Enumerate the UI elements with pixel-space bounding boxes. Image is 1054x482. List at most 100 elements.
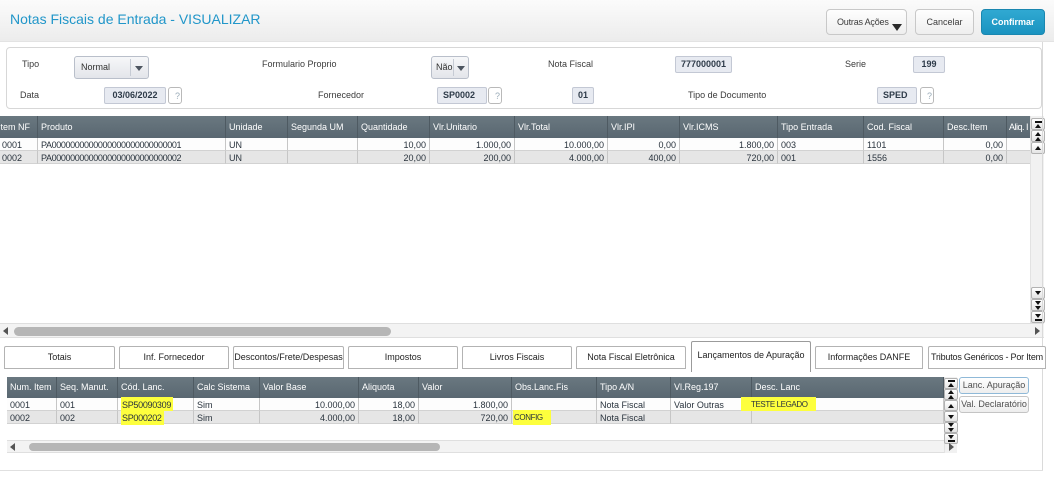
scroll-page-down-button[interactable] (944, 422, 958, 433)
cell-vlr-total: 10.000,00 (515, 138, 608, 151)
tab-livros-fiscais[interactable]: Livros Fiscais (462, 346, 572, 369)
column-header[interactable]: Vl.Reg.197 (671, 377, 752, 398)
tab-lancamentos-de-apuracao[interactable]: Lançamentos de Apuração (691, 341, 811, 372)
fornecedor-label: Fornecedor (318, 90, 365, 100)
scroll-left-icon[interactable] (3, 327, 8, 335)
tab-tributos-genericos-por-item[interactable]: Tributos Genéricos - Por Item (928, 346, 1046, 369)
scroll-right-icon[interactable] (949, 443, 954, 451)
tipo-documento-help-button[interactable]: ? (920, 87, 934, 104)
scroll-left-icon[interactable] (10, 443, 15, 451)
data-input[interactable]: 03/06/2022 (104, 87, 166, 104)
cell-calc-sistema: Sim (194, 411, 260, 424)
column-header[interactable]: Tipo A/N (597, 377, 671, 398)
column-header[interactable]: Aliquota (359, 377, 419, 398)
cell-vl-reg-197 (671, 411, 752, 424)
scroll-right-icon[interactable] (1035, 327, 1040, 335)
scroll-up-button[interactable] (944, 400, 958, 411)
column-header[interactable]: Vlr.Total (515, 116, 608, 138)
tab-informacoes-danfe[interactable]: Informações DANFE (815, 346, 923, 369)
tipo-combo[interactable]: Normal (74, 56, 149, 79)
loja-input[interactable]: 01 (572, 87, 594, 104)
cell-vl-reg-197: Valor Outras (671, 398, 752, 411)
cell-aliquota: 18,00 (359, 411, 419, 424)
column-header[interactable]: Tipo Entrada (778, 116, 864, 138)
cell-cod-lanc: SP000202 (118, 410, 194, 425)
confirmar-button[interactable]: Confirmar (981, 9, 1045, 35)
cell-valor: 1.800,00 (419, 398, 512, 411)
lanc-apuracao-button[interactable]: Lanc. Apuração (959, 377, 1029, 394)
highlighted-value: CONFIG (513, 410, 551, 425)
page-title: Notas Fiscais de Entrada - VISUALIZAR (10, 11, 261, 27)
val-declaratorio-button[interactable]: Val. Declaratório (959, 396, 1029, 413)
window-right-border (1042, 42, 1043, 471)
tab-impostos[interactable]: Impostos (348, 346, 458, 369)
cell-vlr-ipi: 400,00 (608, 151, 680, 164)
scroll-last-icon (948, 435, 954, 439)
column-header[interactable]: Num. Item (7, 377, 57, 398)
cell-seq-manut: 001 (57, 398, 118, 411)
horizontal-scrollbar-thumb[interactable] (14, 327, 391, 336)
column-header[interactable]: Valor Base (260, 377, 359, 398)
column-header[interactable]: Valor (419, 377, 512, 398)
window-bottom-border (0, 470, 1043, 471)
cell-valor: 720,00 (419, 411, 512, 424)
items-grid-row-2[interactable]: 0002 PA0000000000000000000000000002 UN 2… (0, 151, 1030, 164)
scroll-down-button[interactable] (944, 411, 958, 422)
cell-vlr-unitario: 200,00 (430, 151, 515, 164)
nota-fiscal-input[interactable]: 777000001 (675, 56, 732, 73)
tab-inf-fornecedor[interactable]: Inf. Fornecedor (119, 346, 229, 369)
column-header[interactable]: Produto (38, 116, 226, 138)
column-header[interactable]: Segunda UM (288, 116, 358, 138)
serie-input[interactable]: 199 (913, 56, 945, 73)
scroll-end-bar-icon (1034, 120, 1042, 123)
fornecedor-help-button[interactable]: ? (488, 87, 502, 104)
tab-nota-fiscal-eletronica[interactable]: Nota Fiscal Eletrônica (576, 346, 686, 369)
column-header[interactable]: Desc.Item (944, 116, 1007, 138)
column-header[interactable]: Calc Sistema (194, 377, 260, 398)
scroll-down-icon (948, 414, 954, 419)
fornecedor-input[interactable]: SP0002 (437, 87, 487, 104)
tab-descontos-frete-despesas[interactable]: Descontos/Frete/Despesas (233, 346, 344, 369)
lancamentos-grid: Num. Item Seq. Manut. Cód. Lanc. Calc Si… (7, 377, 958, 453)
lancamentos-grid-row-2[interactable]: 0002 002 SP000202 Sim 4.000,00 18,00 720… (7, 410, 944, 425)
column-header[interactable]: Unidade (226, 116, 288, 138)
cell-segunda-um (288, 151, 358, 164)
column-header[interactable]: Quantidade (358, 116, 430, 138)
formulario-proprio-combo[interactable]: Não (431, 56, 469, 79)
scroll-page-up-button[interactable] (944, 389, 958, 400)
tipo-combo-value: Normal (81, 62, 111, 72)
tipo-documento-input[interactable]: SPED (877, 87, 917, 104)
column-header[interactable]: Cod. Fiscal (864, 116, 944, 138)
column-header[interactable]: Obs.Lanc.Fis (512, 377, 597, 398)
horizontal-scrollbar[interactable] (0, 323, 1044, 338)
cell-quantidade: 20,00 (358, 151, 430, 164)
column-header[interactable]: Desc. Lanc (752, 377, 944, 398)
column-header[interactable]: Seq. Manut. (57, 377, 118, 398)
column-header[interactable]: Aliq. I (1007, 116, 1030, 138)
outras-acoes-button[interactable]: Outras Ações (826, 9, 907, 35)
items-grid-row-1[interactable]: 0001 PA0000000000000000000000000001 UN 1… (0, 138, 1030, 151)
scroll-page-up-icon (948, 390, 954, 394)
tipo-label: Tipo (22, 59, 40, 69)
scroll-end-bar-icon (947, 380, 955, 382)
column-header[interactable]: Vlr.ICMS (680, 116, 778, 138)
cell-obs-lanc-fis: CONFIG (512, 410, 597, 425)
tab-totais[interactable]: Totais (4, 346, 115, 369)
cell-vlr-total: 4.000,00 (515, 151, 608, 164)
scroll-up-icon (1035, 146, 1041, 150)
column-header[interactable]: Item NF (0, 116, 38, 138)
combo-arrow-icon (135, 66, 143, 71)
data-help-button[interactable]: ? (168, 87, 182, 104)
column-header[interactable]: Vlr.Unitario (430, 116, 515, 138)
cancelar-button[interactable]: Cancelar (915, 9, 974, 35)
highlighted-value: TESTE LEGADO (741, 397, 816, 412)
cell-desc-item: 0,00 (944, 138, 1007, 151)
column-header[interactable]: Cód. Lanc. (118, 377, 194, 398)
scroll-first-button[interactable] (944, 378, 958, 389)
horizontal-scrollbar-thumb[interactable] (29, 443, 440, 451)
cell-desc-lanc (752, 411, 944, 424)
cell-seq-manut: 002 (57, 411, 118, 424)
column-header[interactable]: Vlr.IPI (608, 116, 680, 138)
horizontal-scrollbar[interactable] (7, 440, 944, 453)
chevron-down-icon (892, 24, 902, 31)
